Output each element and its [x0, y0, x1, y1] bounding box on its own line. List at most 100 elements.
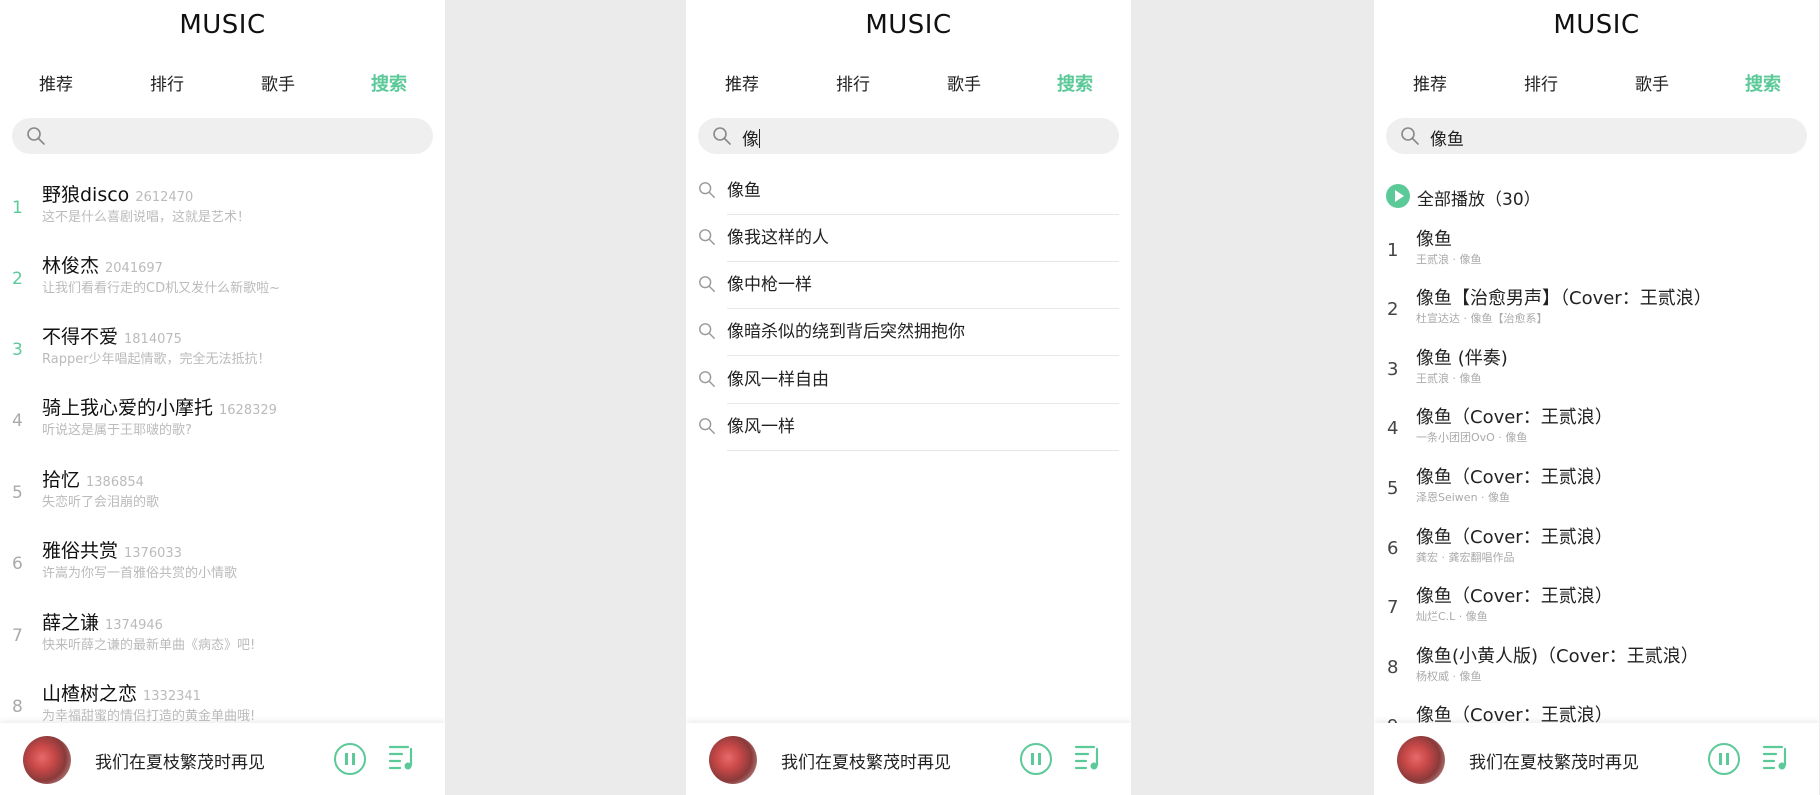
suggestion-text: 像风一样	[727, 404, 1119, 451]
song-result-item[interactable]: 8 像鱼(小黄人版)（Cover：王贰浪） 杨权威 · 像鱼	[1374, 642, 1819, 701]
hot-search-item[interactable]: 5 拾忆 1386854 失恋听了会泪崩的歌	[0, 465, 445, 525]
hot-rank: 1	[12, 198, 23, 218]
app-title: MUSIC	[865, 10, 952, 40]
tab-recommend[interactable]: 推荐	[0, 70, 112, 95]
tab-recommend[interactable]: 推荐	[1374, 70, 1486, 95]
search-input[interactable]: 像	[698, 118, 1119, 154]
suggestion-text: 像风一样自由	[727, 357, 1119, 404]
song-name: 我们在夏枝繁茂时再见	[95, 753, 265, 773]
album-cover[interactable]	[1397, 736, 1445, 784]
song-artist-album: 杜宣达达 · 像鱼【治愈系】	[1416, 312, 1548, 325]
mini-player[interactable]: 我们在夏枝繁茂时再见	[0, 723, 445, 795]
search-input[interactable]	[12, 118, 433, 154]
hot-search-item[interactable]: 6 雅俗共赏 1376033 许嵩为你写一首雅俗共赏的小情歌	[0, 536, 445, 596]
hot-score: 1814075	[124, 332, 182, 347]
hot-name-line: 野狼disco 2612470	[42, 180, 193, 207]
hot-name: 骑上我心爱的小摩托	[42, 397, 214, 419]
app-title: MUSIC	[179, 10, 266, 40]
search-icon	[698, 228, 716, 250]
hot-search-item[interactable]: 4 骑上我心爱的小摩托 1628329 听说这是属于王耶啵的歌?	[0, 393, 445, 453]
panel-hot-search: MUSIC 推荐 排行 歌手 搜索 1 野狼disco 2612470 这不是什么…	[0, 0, 445, 795]
pause-button[interactable]	[334, 743, 366, 775]
search-input-text: 像	[742, 125, 760, 150]
tab-search[interactable]: 搜索	[1707, 70, 1819, 96]
hot-desc: 为幸福甜蜜的情侣打造的黄金单曲哦!	[42, 709, 256, 724]
search-icon	[698, 322, 716, 344]
song-result-item[interactable]: 7 像鱼（Cover：王贰浪） 灿烂C.L · 像鱼	[1374, 582, 1819, 641]
hot-name: 不得不爱	[42, 326, 119, 348]
hot-name-line: 拾忆 1386854	[42, 465, 144, 492]
search-icon	[698, 275, 716, 297]
song-title: 像鱼（Cover：王贰浪）	[1416, 407, 1613, 428]
hot-desc: 失恋听了会泪崩的歌	[42, 495, 160, 510]
album-cover[interactable]	[23, 736, 71, 784]
tab-bar: 推荐 排行 歌手 搜索	[1374, 70, 1819, 98]
hot-search-item[interactable]: 3 不得不爱 1814075 Rapper少年唱起情歌，完全无法抵抗！	[0, 322, 445, 382]
suggestion-text: 像暗杀似的绕到背后突然拥抱你	[727, 309, 1119, 356]
song-result-item[interactable]: 4 像鱼（Cover：王贰浪） 一条小团团OvO · 像鱼	[1374, 403, 1819, 462]
suggestion-item[interactable]: 像鱼	[686, 168, 1131, 215]
hot-score: 1376033	[124, 546, 182, 561]
mini-player[interactable]: 我们在夏枝繁茂时再见	[686, 723, 1131, 795]
suggestion-item[interactable]: 像我这样的人	[686, 215, 1131, 262]
song-result-item[interactable]: 3 像鱼 (伴奏) 王贰浪 · 像鱼	[1374, 344, 1819, 403]
pause-button[interactable]	[1708, 743, 1740, 775]
hot-rank: 8	[12, 697, 23, 717]
search-input[interactable]: 像鱼	[1386, 118, 1807, 154]
tab-bar: 推荐 排行 歌手 搜索	[686, 70, 1131, 98]
playlist-icon[interactable]	[1762, 743, 1790, 775]
hot-search-item[interactable]: 2 林俊杰 2041697 让我们看看行走的CD机又发什么新歌啦~	[0, 251, 445, 311]
suggestion-item[interactable]: 像风一样自由	[686, 357, 1131, 404]
hot-name: 野狼disco	[42, 184, 130, 206]
text-caret	[759, 129, 760, 148]
mini-player[interactable]: 我们在夏枝繁茂时再见	[1374, 723, 1819, 795]
song-title: 像鱼（Cover：王贰浪）	[1416, 527, 1613, 548]
album-cover[interactable]	[709, 736, 757, 784]
hot-score: 2612470	[135, 190, 194, 205]
song-index: 4	[1387, 418, 1399, 439]
pause-button[interactable]	[1020, 743, 1052, 775]
hot-rank: 2	[12, 269, 23, 289]
tab-recommend[interactable]: 推荐	[686, 70, 798, 95]
suggestion-item[interactable]: 像中枪一样	[686, 262, 1131, 309]
tab-search[interactable]: 搜索	[1019, 70, 1131, 96]
search-icon	[698, 417, 716, 439]
tab-singer[interactable]: 歌手	[1596, 70, 1708, 95]
suggestion-text: 像我这样的人	[727, 215, 1119, 262]
song-title: 像鱼（Cover：王贰浪）	[1416, 586, 1613, 607]
tab-ranking[interactable]: 排行	[111, 70, 223, 95]
song-name: 我们在夏枝繁茂时再见	[1469, 753, 1639, 773]
panel-search-results: MUSIC 推荐 排行 歌手 搜索 像鱼 全部播放（30） 1 像鱼 王贰浪 ·…	[1374, 0, 1819, 795]
tab-singer[interactable]: 歌手	[222, 70, 334, 95]
tab-ranking[interactable]: 排行	[1485, 70, 1597, 95]
song-title: 像鱼 (伴奏)	[1416, 348, 1508, 369]
song-artist-album: 王贰浪 · 像鱼	[1416, 372, 1482, 385]
song-artist-album: 一条小团团OvO · 像鱼	[1416, 431, 1528, 444]
playlist-icon[interactable]	[1074, 743, 1102, 775]
suggestion-item[interactable]: 像风一样	[686, 404, 1131, 451]
tab-singer[interactable]: 歌手	[908, 70, 1020, 95]
tab-search[interactable]: 搜索	[333, 70, 445, 96]
search-icon	[698, 370, 716, 392]
song-result-item[interactable]: 2 像鱼【治愈男声】（Cover：王贰浪） 杜宣达达 · 像鱼【治愈系】	[1374, 284, 1819, 343]
app-title: MUSIC	[1553, 10, 1640, 40]
playlist-icon[interactable]	[388, 743, 416, 775]
song-index: 1	[1387, 240, 1399, 261]
tab-ranking[interactable]: 排行	[797, 70, 909, 95]
song-result-item[interactable]: 1 像鱼 王贰浪 · 像鱼	[1374, 225, 1819, 284]
hot-search-item[interactable]: 1 野狼disco 2612470 这不是什么喜剧说唱，这就是艺术！	[0, 180, 445, 240]
suggestion-item[interactable]: 像暗杀似的绕到背后突然拥抱你	[686, 309, 1131, 356]
song-index: 5	[1387, 478, 1399, 499]
search-icon	[698, 181, 716, 203]
play-all-label: 全部播放（30）	[1417, 190, 1541, 210]
song-result-item[interactable]: 5 像鱼（Cover：王贰浪） 泽恩Seiwen · 像鱼	[1374, 463, 1819, 522]
song-index: 6	[1387, 538, 1399, 559]
tab-bar: 推荐 排行 歌手 搜索	[0, 70, 445, 98]
song-result-item[interactable]: 6 像鱼（Cover：王贰浪） 龚宏 · 龚宏翻唱作品	[1374, 523, 1819, 582]
song-artist-album: 龚宏 · 龚宏翻唱作品	[1416, 551, 1515, 564]
play-circle-icon	[1386, 184, 1410, 208]
hot-search-item[interactable]: 7 薛之谦 1374946 快来听薛之谦的最新单曲《病态》吧!	[0, 608, 445, 668]
suggestion-text: 像中枪一样	[727, 262, 1119, 309]
hot-score: 1374946	[105, 618, 163, 633]
suggestion-text: 像鱼	[727, 168, 1119, 215]
